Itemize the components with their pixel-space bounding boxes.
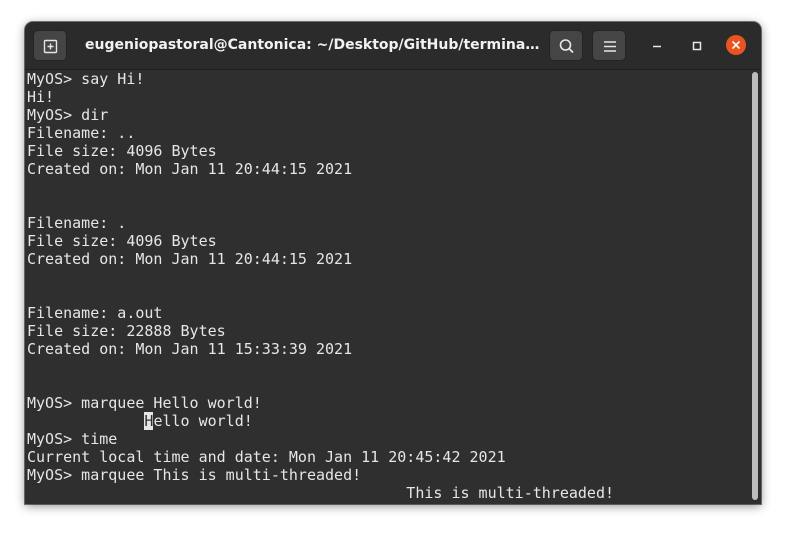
window-title: eugeniopastoral@Cantonica: ~/Desktop/Git… — [85, 37, 541, 53]
terminal-window: eugeniopastoral@Cantonica: ~/Desktop/Git… — [25, 22, 761, 504]
close-icon — [731, 40, 741, 50]
scrollbar-thumb[interactable] — [752, 72, 758, 500]
terminal-line: Created on: Mon Jan 11 20:44:15 2021 — [27, 250, 353, 268]
terminal-output[interactable]: MyOS> say Hi! Hi! MyOS> dir Filename: ..… — [27, 70, 747, 502]
minimize-button[interactable] — [646, 35, 668, 57]
terminal-line: Created on: Mon Jan 11 15:33:39 2021 — [27, 340, 353, 358]
terminal-line: Filename: .. — [27, 124, 136, 142]
terminal-line: This is multi-threaded! — [27, 484, 614, 502]
marquee-indent — [27, 412, 144, 430]
close-button[interactable] — [726, 35, 746, 55]
terminal-line: Current local time and date: Mon Jan 11 … — [27, 448, 506, 466]
vertical-scrollbar[interactable] — [752, 72, 758, 500]
terminal-line: Created on: Mon Jan 11 20:44:15 2021 — [27, 160, 353, 178]
terminal-line: Hi! — [27, 88, 55, 106]
terminal-line: File size: 22888 Bytes — [27, 322, 226, 340]
maximize-button[interactable] — [686, 35, 708, 57]
marquee-text: ello world! — [153, 412, 253, 430]
minimize-icon — [653, 45, 661, 48]
terminal-line: MyOS> dir — [27, 106, 109, 124]
terminal-line: MyOS> time — [27, 430, 118, 448]
terminal-line: File size: 4096 Bytes — [27, 232, 217, 250]
terminal-line: MyOS> marquee This is multi-threaded! — [27, 466, 362, 484]
maximize-icon — [692, 41, 702, 51]
terminal-line: MyOS> marquee Hello world! — [27, 394, 262, 412]
title-bar[interactable]: eugeniopastoral@Cantonica: ~/Desktop/Git… — [25, 22, 761, 70]
new-tab-button[interactable] — [33, 30, 67, 61]
new-tab-icon — [43, 39, 58, 54]
hamburger-menu-icon — [604, 41, 616, 52]
menu-button[interactable] — [592, 30, 626, 61]
marquee-output-line: Hello world! — [27, 412, 747, 430]
search-icon — [559, 39, 574, 54]
terminal-line: Filename: a.out — [27, 304, 163, 322]
terminal-line: Filename: . — [27, 214, 127, 232]
terminal-line: MyOS> say Hi! — [27, 70, 145, 88]
search-button[interactable] — [549, 30, 583, 61]
terminal-line: File size: 4096 Bytes — [27, 142, 217, 160]
